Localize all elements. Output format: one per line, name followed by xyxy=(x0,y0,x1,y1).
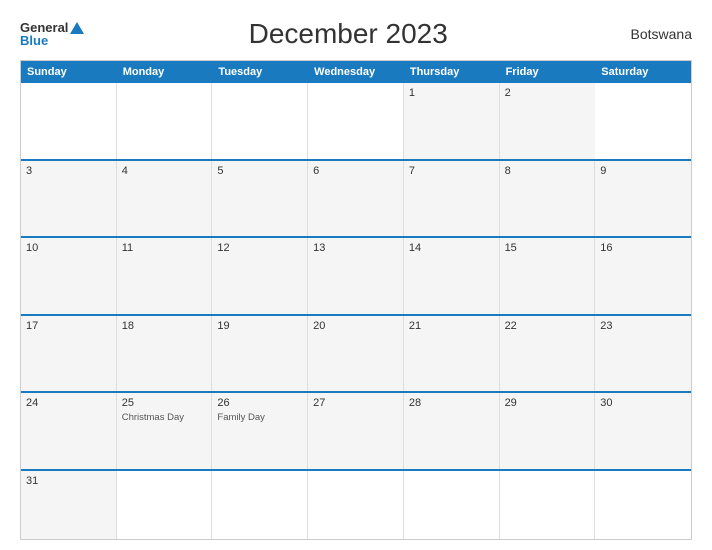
header-monday: Monday xyxy=(117,61,213,83)
header: General Blue December 2023 Botswana xyxy=(20,18,692,50)
cell-dec-7: 7 xyxy=(404,161,500,237)
cell-empty-w6-6 xyxy=(595,471,691,539)
cell-dec-2: 2 xyxy=(500,83,596,159)
cell-dec-29: 29 xyxy=(500,393,596,469)
cell-dec-13: 13 xyxy=(308,238,404,314)
cell-empty-3 xyxy=(212,83,308,159)
week-row-2: 3 4 5 6 7 8 9 xyxy=(21,159,691,237)
week-row-5: 24 25 Christmas Day 26 Family Day 27 28 xyxy=(21,391,691,469)
cell-dec-28: 28 xyxy=(404,393,500,469)
cell-dec-10: 10 xyxy=(21,238,117,314)
header-tuesday: Tuesday xyxy=(212,61,308,83)
cell-dec-11: 11 xyxy=(117,238,213,314)
cell-dec-15: 15 xyxy=(500,238,596,314)
cell-dec-23: 23 xyxy=(595,316,691,392)
header-sunday: Sunday xyxy=(21,61,117,83)
cell-dec-3: 3 xyxy=(21,161,117,237)
cell-dec-30: 30 xyxy=(595,393,691,469)
logo: General Blue xyxy=(20,21,84,47)
cell-dec-20: 20 xyxy=(308,316,404,392)
cell-empty-4 xyxy=(308,83,404,159)
cell-dec-8: 8 xyxy=(500,161,596,237)
cell-empty-w6-1 xyxy=(117,471,213,539)
cell-dec-19: 19 xyxy=(212,316,308,392)
cell-empty-w6-3 xyxy=(308,471,404,539)
cell-dec-21: 21 xyxy=(404,316,500,392)
week-row-3: 10 11 12 13 14 15 16 xyxy=(21,236,691,314)
calendar-body: 1 2 3 4 5 6 xyxy=(21,83,691,539)
cell-dec-5: 5 xyxy=(212,161,308,237)
header-saturday: Saturday xyxy=(595,61,691,83)
logo-blue-text: Blue xyxy=(20,34,84,47)
cell-dec-25: 25 Christmas Day xyxy=(117,393,213,469)
cell-empty-2 xyxy=(117,83,213,159)
day-headers-row: Sunday Monday Tuesday Wednesday Thursday… xyxy=(21,61,691,83)
header-thursday: Thursday xyxy=(404,61,500,83)
cell-dec-6: 6 xyxy=(308,161,404,237)
cell-empty-1 xyxy=(21,83,117,159)
header-wednesday: Wednesday xyxy=(308,61,404,83)
cell-empty-w6-2 xyxy=(212,471,308,539)
week-row-6: 31 xyxy=(21,469,691,539)
cell-dec-9: 9 xyxy=(595,161,691,237)
week-row-1: 1 2 xyxy=(21,83,691,159)
page: General Blue December 2023 Botswana Sund… xyxy=(0,0,712,550)
cell-dec-18: 18 xyxy=(117,316,213,392)
cell-dec-4: 4 xyxy=(117,161,213,237)
cell-empty-w6-4 xyxy=(404,471,500,539)
cell-dec-14: 14 xyxy=(404,238,500,314)
event-family-day: Family Day xyxy=(217,412,302,423)
cell-dec-22: 22 xyxy=(500,316,596,392)
cell-dec-16: 16 xyxy=(595,238,691,314)
cell-dec-17: 17 xyxy=(21,316,117,392)
logo-triangle-icon xyxy=(70,22,84,34)
cell-dec-31: 31 xyxy=(21,471,117,539)
country-label: Botswana xyxy=(612,26,692,42)
cell-empty-w6-5 xyxy=(500,471,596,539)
cell-dec-27: 27 xyxy=(308,393,404,469)
calendar: Sunday Monday Tuesday Wednesday Thursday… xyxy=(20,60,692,540)
cell-dec-1: 1 xyxy=(404,83,500,159)
week-row-4: 17 18 19 20 21 22 23 xyxy=(21,314,691,392)
header-friday: Friday xyxy=(500,61,596,83)
cell-dec-12: 12 xyxy=(212,238,308,314)
event-christmas-day: Christmas Day xyxy=(122,412,207,423)
cell-dec-26: 26 Family Day xyxy=(212,393,308,469)
calendar-title: December 2023 xyxy=(84,18,612,50)
cell-dec-24: 24 xyxy=(21,393,117,469)
